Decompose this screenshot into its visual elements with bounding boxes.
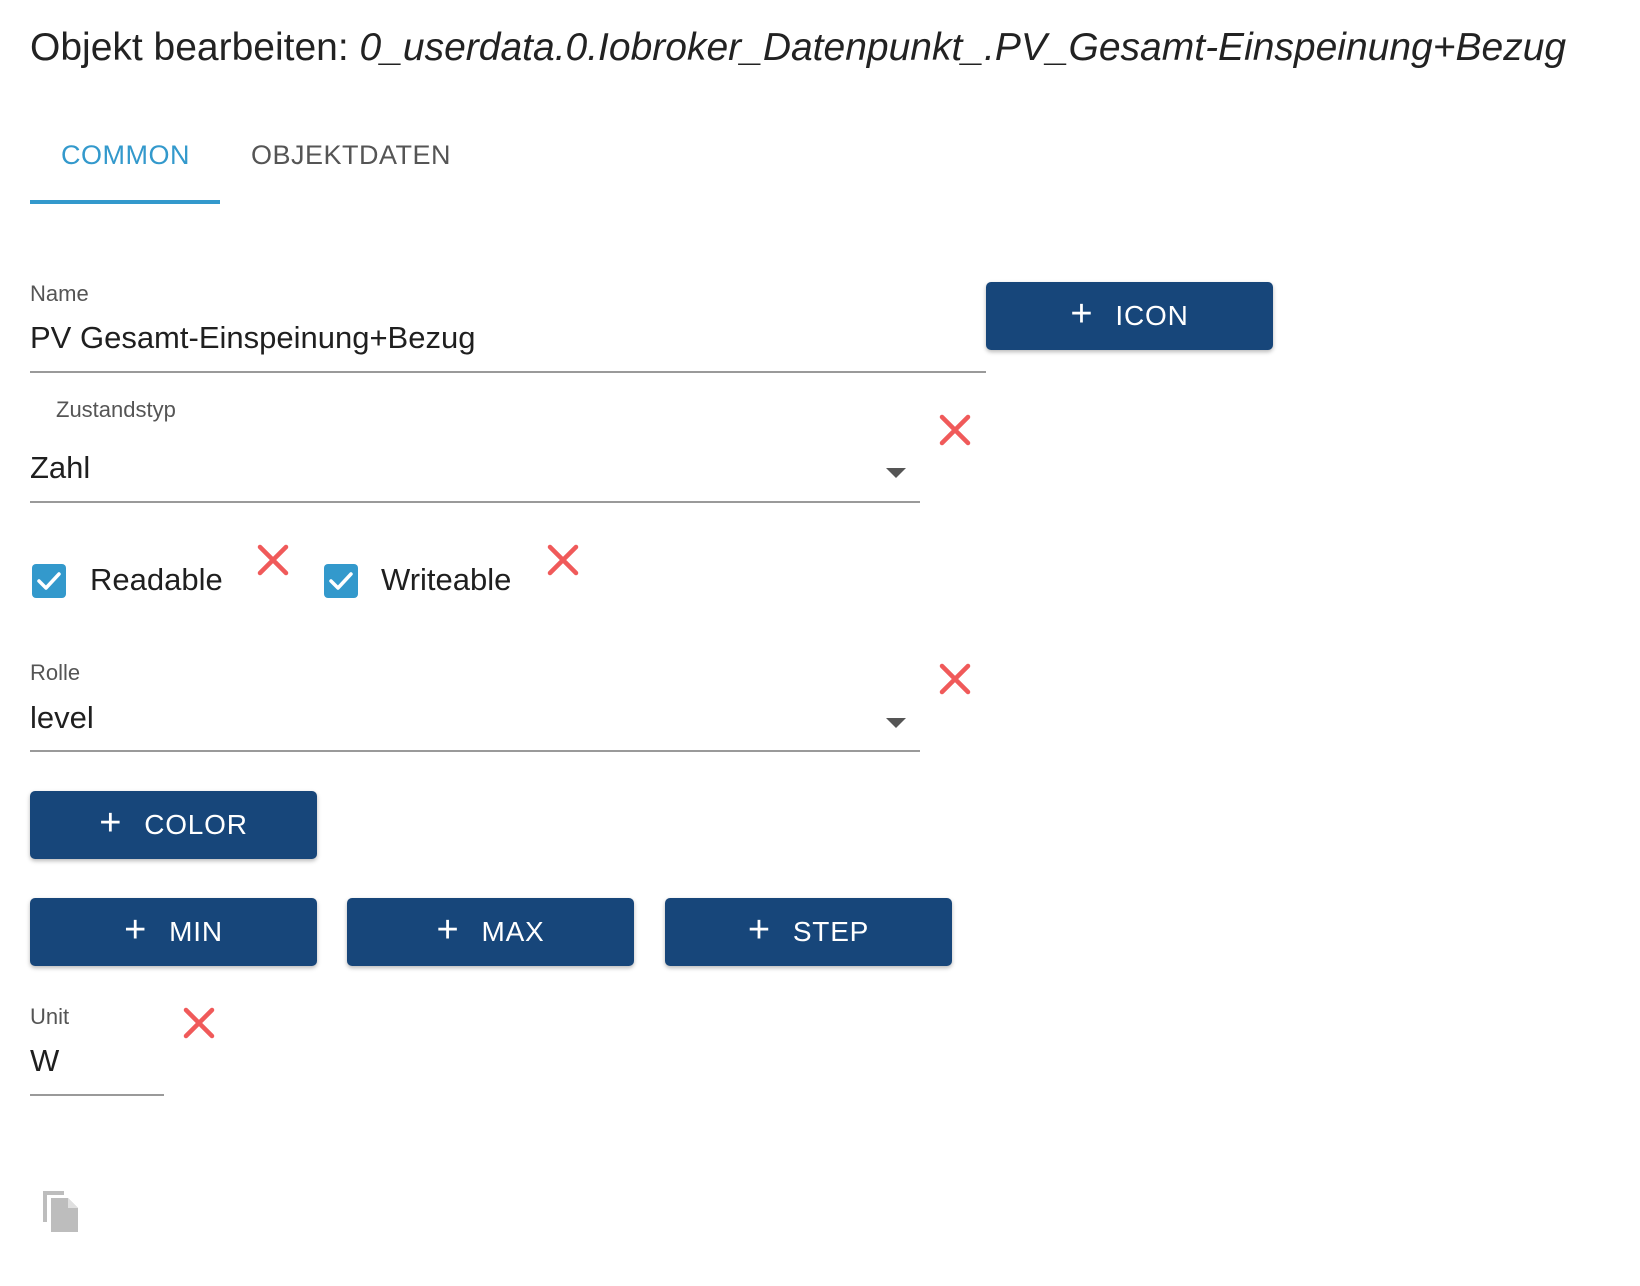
plus-icon: + [436,909,460,951]
unit-label: Unit [30,1004,70,1029]
plus-icon: + [99,802,123,844]
role-underline [30,750,920,752]
chevron-down-icon[interactable] [886,718,906,728]
active-tab-indicator [30,200,220,204]
close-icon[interactable] [545,542,581,578]
add-color-button-label: COLOR [144,809,248,840]
plus-icon: + [124,909,148,951]
unit-input[interactable] [30,1043,160,1079]
chevron-down-icon[interactable] [886,468,906,478]
add-max-button-label: MAX [481,916,545,947]
tab-common[interactable]: COMMON [61,140,190,171]
plus-icon: + [1070,293,1094,335]
state-type-select[interactable]: Zahl [30,450,90,486]
add-icon-button-label: ICON [1115,300,1189,331]
role-label: Rolle [30,660,81,685]
check-icon [329,572,353,590]
add-min-button-label: MIN [169,916,223,947]
role-select[interactable]: level [30,700,94,736]
copy-icon[interactable] [40,1188,80,1232]
writeable-checkbox[interactable] [324,564,358,598]
page-title: Objekt bearbeiten: 0_userdata.0.Iobroker… [30,26,1566,70]
check-icon [37,572,61,590]
title-prefix: Objekt bearbeiten: [30,26,360,69]
writeable-label: Writeable [381,562,512,597]
name-underline [30,371,986,373]
object-id: 0_userdata.0.Iobroker_Datenpunkt_.PV_Ges… [359,26,1567,69]
tab-objektdaten[interactable]: OBJEKTDATEN [251,140,451,171]
plus-icon: + [747,909,771,951]
add-color-button[interactable]: + COLOR [30,791,317,859]
add-icon-button[interactable]: + ICON [986,282,1273,350]
readable-label: Readable [90,562,223,597]
add-step-button[interactable]: + STEP [665,898,952,966]
close-icon[interactable] [255,542,291,578]
close-icon[interactable] [937,661,973,697]
state-type-underline [30,501,920,503]
state-type-label: Zustandstyp [56,397,176,422]
add-step-button-label: STEP [792,916,870,947]
readable-checkbox[interactable] [32,564,66,598]
close-icon[interactable] [181,1005,217,1041]
add-min-button[interactable]: + MIN [30,898,317,966]
name-label: Name [30,281,89,306]
add-max-button[interactable]: + MAX [347,898,634,966]
unit-underline [30,1094,164,1096]
name-input[interactable] [30,320,970,356]
close-icon[interactable] [937,412,973,448]
